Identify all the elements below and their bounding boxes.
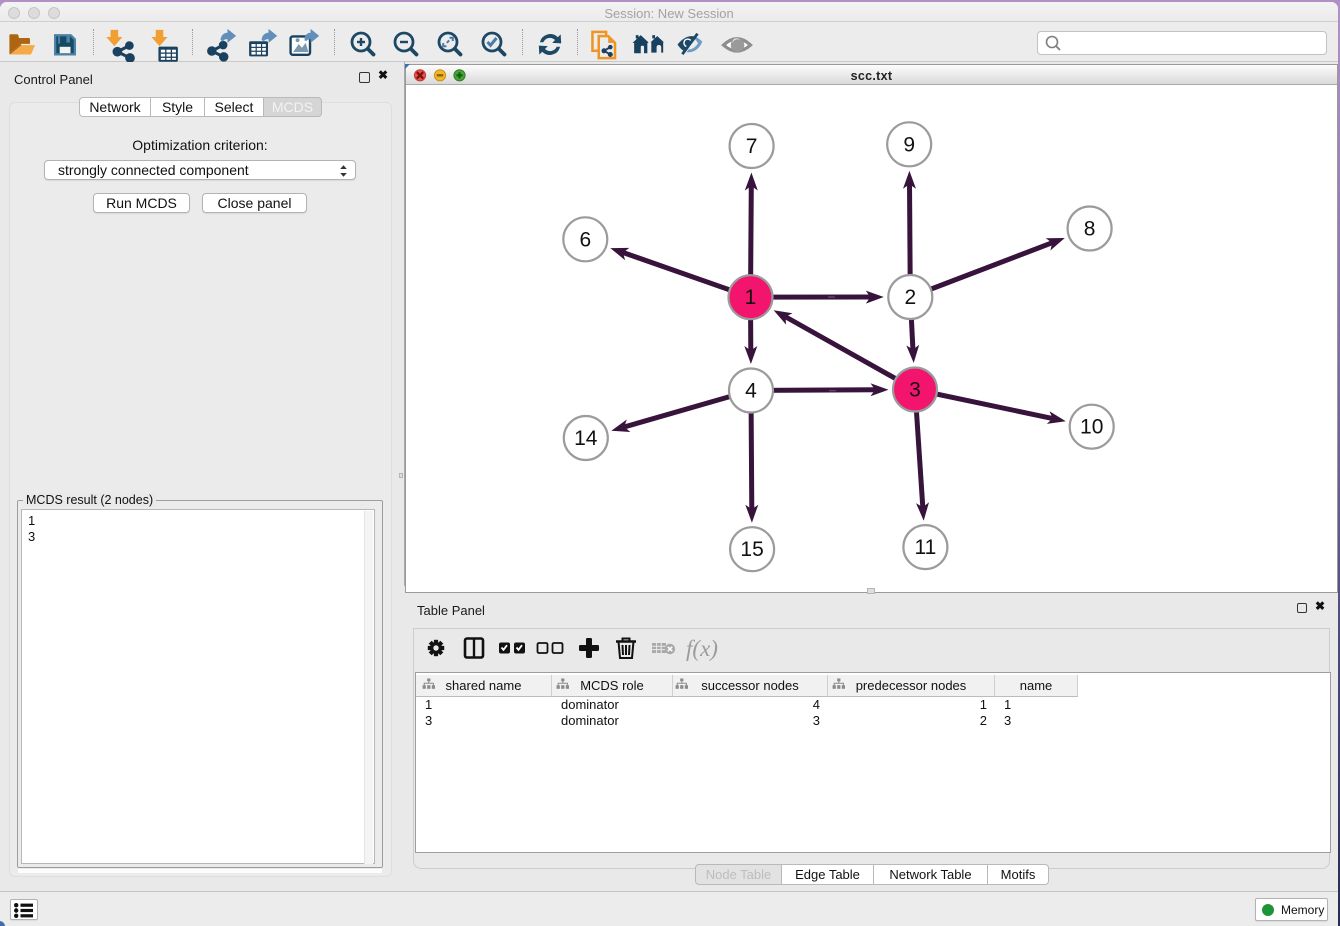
svg-text:2: 2 [904,286,916,309]
svg-text:8: 8 [1084,218,1096,241]
svg-text:15: 15 [740,538,763,561]
svg-text:f(x): f(x) [686,636,718,661]
svg-text:9: 9 [903,133,915,156]
svg-text:4: 4 [745,380,757,403]
svg-text:3: 3 [909,379,921,402]
svg-text:7: 7 [746,135,758,158]
svg-text:10: 10 [1080,416,1103,439]
svg-text:14: 14 [574,427,598,450]
svg-text:11: 11 [914,536,936,559]
svg-text:1: 1 [745,286,757,309]
svg-text:6: 6 [579,228,591,251]
